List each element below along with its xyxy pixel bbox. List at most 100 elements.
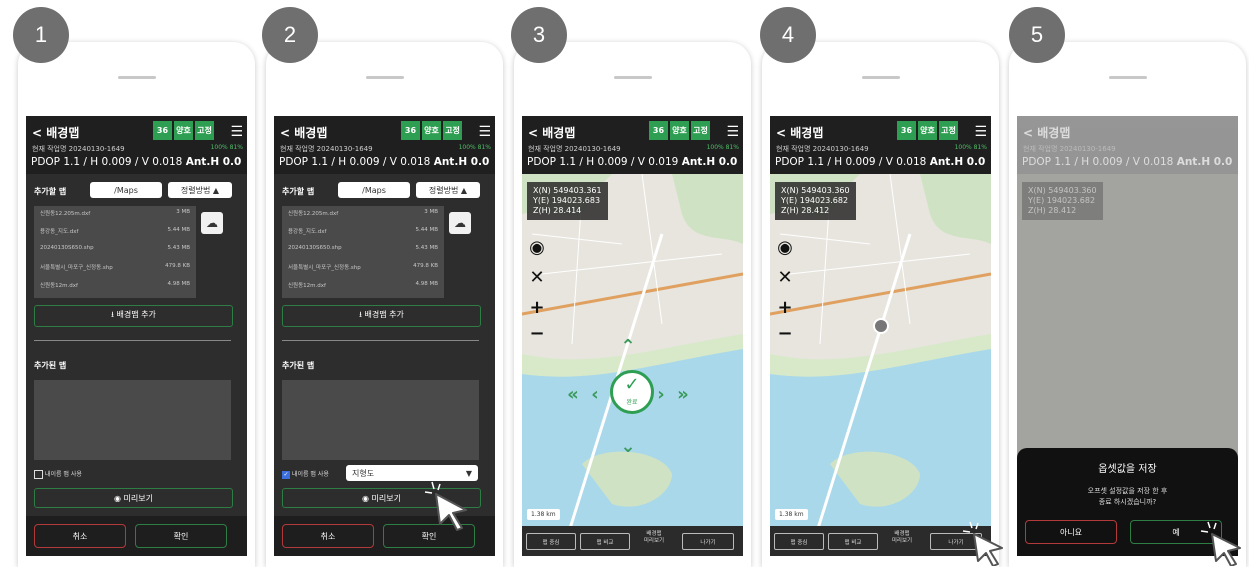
divider [282, 340, 479, 341]
map-graphic [522, 174, 743, 556]
path-button[interactable]: /Maps [338, 182, 410, 198]
app-header: < 배경맵 36 양호 고정 ☰ 현재 작업명 20240130-1649 10… [26, 116, 247, 174]
app-header: < 배경맵 36 양호 고정 ☰ 현재 작업명 20240130-1649 10… [522, 116, 743, 174]
sort-button[interactable]: 정렬방법 ▲ [416, 182, 480, 198]
arrow-up-icon[interactable]: ⌃ [617, 336, 639, 357]
custom-map-checkbox[interactable]: ✓ 내이름 맵 사용 [282, 469, 329, 479]
cancel-button[interactable]: 취소 [34, 524, 126, 548]
job-name: 현재 작업명 20240130-1649 [776, 145, 869, 153]
app-screen: < 배경맵 36 양호 고정 ☰ 현재 작업명 20240130-1649 10… [770, 116, 991, 556]
fix-badge: 고정 [195, 121, 214, 140]
map-toolbar: 맵 중심 맵 비교 배경맵 미리보기 나가기 [522, 526, 743, 556]
no-button[interactable]: 아니요 [1025, 520, 1117, 544]
phone-step-4: < 배경맵 36 양호 고정 ☰ 현재 작업명 20240130-1649 10… [762, 42, 999, 567]
click-cursor-icon [424, 481, 467, 531]
pdop-readout: PDOP 1.1 / H 0.009 / V 0.019 Ant.H 0.0 [527, 156, 738, 168]
battery-status: 100% 81% [210, 144, 243, 151]
app-header: < 배경맵 현재 작업명 20240130-1649 PDOP 1.1 / H … [1017, 116, 1238, 174]
exit-button[interactable]: 나가기 [682, 533, 734, 550]
back-title[interactable]: < 배경맵 [528, 124, 575, 141]
map-compare-button[interactable]: 맵 비교 [580, 533, 630, 550]
locate-icon[interactable]: ◉ [526, 237, 548, 258]
ok-button[interactable]: 확인 [135, 524, 227, 548]
app-screen: < 배경맵 36 양호 고정 ☰ 현재 작업명 20240130-1649 10… [26, 116, 247, 556]
job-name: 현재 작업명 20240130-1649 [1023, 145, 1116, 153]
background-preview-label: 배경맵 미리보기 [891, 531, 913, 544]
fullscreen-icon[interactable]: ✕ [774, 267, 796, 288]
pdop-readout: PDOP 1.1 / H 0.009 / V 0.018 Ant.H 0.0 [279, 156, 490, 168]
arrow-right-far-icon[interactable]: » [672, 384, 694, 405]
coordinate-readout: X(N) 549403.361 Y(E) 194023.683 Z(H) 28.41… [527, 182, 608, 220]
back-title[interactable]: < 배경맵 [1023, 124, 1070, 141]
arrow-left-icon[interactable]: ‹ [584, 384, 606, 405]
app-header: < 배경맵 36 양호 고정 ☰ 현재 작업명 20240130-1649 10… [770, 116, 991, 174]
map-center-button[interactable]: 맵 중심 [774, 533, 824, 550]
cancel-button[interactable]: 취소 [282, 524, 374, 548]
coordinate-readout: X(N) 549403.360 Y(E) 194023.682 Z(H) 28.41… [1022, 182, 1103, 220]
map-compare-button[interactable]: 맵 비교 [828, 533, 878, 550]
pdop-readout: PDOP 1.1 / H 0.009 / V 0.018 Ant.H 0.0 [31, 156, 242, 168]
preview-button[interactable]: ◉ 미리보기 [34, 488, 233, 508]
quality-badge: 양호 [422, 121, 441, 140]
hamburger-icon[interactable]: ☰ [230, 124, 243, 140]
zoom-out-button[interactable]: − [774, 323, 796, 344]
back-title[interactable]: < 배경맵 [32, 124, 79, 141]
battery-status: 100% 81% [458, 144, 491, 151]
cloud-upload-icon[interactable]: ☁ [449, 212, 471, 234]
list-item[interactable]: 신원동12.205m.dxf 3 MB [34, 206, 196, 224]
background-map[interactable]: X(N) 549403.361 Y(E) 194023.683 Z(H) 28.41… [522, 174, 743, 556]
dropdown-arrow-icon: ▼ [465, 468, 472, 478]
map-graphic [770, 174, 991, 556]
custom-map-checkbox[interactable]: 내이름 맵 사용 [34, 469, 82, 479]
custom-map-label: 내이름 맵 사용 [291, 471, 329, 478]
list-item[interactable]: 용강동_지도.dxf 5.44 MB [34, 224, 196, 242]
satellite-badge: 36 [153, 121, 172, 140]
phone-step-5: < 배경맵 현재 작업명 20240130-1649 PDOP 1.1 / H … [1009, 42, 1246, 567]
add-background-map-button[interactable]: ⭳ 배경맵 추가 [34, 305, 233, 327]
satellite-badge: 36 [897, 121, 916, 140]
path-button[interactable]: /Maps [90, 182, 162, 198]
list-item[interactable]: 신원동12m.dxf 4.98 MB [34, 278, 196, 296]
check-icon: ✓ [624, 374, 640, 395]
fullscreen-icon[interactable]: ✕ [526, 267, 548, 288]
custom-map-label: 내이름 맵 사용 [44, 471, 82, 478]
map-scale: 1.38 km [775, 509, 808, 520]
background-map[interactable]: X(N) 549403.360 Y(E) 194023.682 Z(H) 28.41… [770, 174, 991, 556]
locate-icon[interactable]: ◉ [774, 237, 796, 258]
back-title[interactable]: < 배경맵 [280, 124, 327, 141]
list-item[interactable]: 신원동12m.dxf 4.98 MB [282, 278, 444, 296]
back-title[interactable]: < 배경맵 [776, 124, 823, 141]
footer-bar: 취소 확인 [26, 516, 247, 556]
add-map-label: 추가할 맵 [282, 187, 315, 196]
satellite-badge: 36 [649, 121, 668, 140]
zoom-out-button[interactable]: − [526, 323, 548, 344]
quality-badge: 양호 [918, 121, 937, 140]
add-background-map-button[interactable]: ⭳ 배경맵 추가 [282, 305, 481, 327]
complete-button[interactable]: ✓ 완료 [610, 370, 654, 414]
arrow-left-far-icon[interactable]: « [562, 384, 584, 405]
list-item[interactable]: 서울특별시_마포구_신정동.shp 479.8 KB [34, 260, 196, 278]
file-list: 신원동12.205m.dxf 3 MB 용강동_지도.dxf 5.44 MB 202… [34, 206, 196, 298]
complete-label: 완료 [626, 399, 638, 406]
step-badge-3: 3 [511, 7, 567, 63]
cloud-upload-icon[interactable]: ☁ [201, 212, 223, 234]
arrow-down-icon[interactable]: ⌄ [617, 436, 639, 457]
list-item[interactable]: 20240130S650.shp 5.43 MB [282, 242, 444, 260]
step-badge-2: 2 [262, 7, 318, 63]
list-item[interactable]: 신원동12.205m.dxf 3 MB [282, 206, 444, 224]
list-item[interactable]: 서울특별시_마포구_신정동.shp 479.8 KB [282, 260, 444, 278]
map-type-select[interactable]: 지형도 ▼ [346, 465, 478, 481]
map-type-value: 지형도 [352, 468, 375, 478]
hamburger-icon[interactable]: ☰ [726, 124, 739, 140]
list-item[interactable]: 20240130S650.shp 5.43 MB [34, 242, 196, 260]
sort-button[interactable]: 정렬방법 ▲ [168, 182, 232, 198]
zoom-in-button[interactable]: + [774, 297, 796, 318]
hamburger-icon[interactable]: ☰ [974, 124, 987, 140]
zoom-in-button[interactable]: + [526, 297, 548, 318]
map-center-button[interactable]: 맵 중심 [526, 533, 576, 550]
map-toolbar: 맵 중심 맵 비교 배경맵 미리보기 나가기 [770, 526, 991, 556]
job-name: 현재 작업명 20240130-1649 [528, 145, 621, 153]
phone-step-1: < 배경맵 36 양호 고정 ☰ 현재 작업명 20240130-1649 10… [18, 42, 255, 567]
list-item[interactable]: 용강동_지도.dxf 5.44 MB [282, 224, 444, 242]
hamburger-icon[interactable]: ☰ [478, 124, 491, 140]
